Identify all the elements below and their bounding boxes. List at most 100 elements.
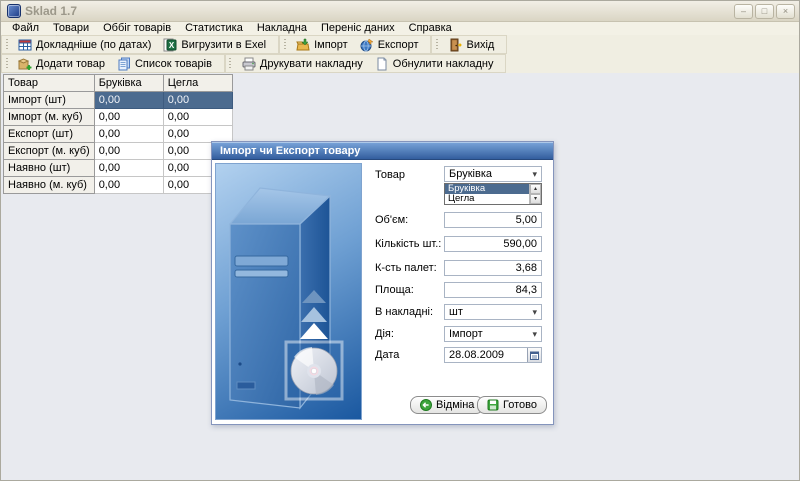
row-label-cell: Імпорт (шт) xyxy=(4,92,95,109)
toolbar-gripper[interactable] xyxy=(5,58,8,69)
app-window: Sklad 1.7 – □ × Файл Товари Оббіг товарі… xyxy=(0,0,800,481)
chevron-down-icon: ▾ xyxy=(532,307,541,318)
value-cell[interactable]: 0,00 xyxy=(94,143,163,160)
dialog-body: Товар Бруківка ▾ Бруківка Цегла ▴ ▾ Об'є… xyxy=(212,160,553,424)
menu-item-data-transfer[interactable]: Переніс даних xyxy=(314,22,402,35)
done-button[interactable]: Готово xyxy=(477,396,547,414)
pallets-input[interactable] xyxy=(444,260,542,276)
toolbar-group-invoice: Друкувати накладну Обнулити накладну xyxy=(225,54,507,73)
value-cell[interactable]: 0,00 xyxy=(94,126,163,143)
toolbar-group-goods: Додати товар Список товарів xyxy=(1,54,225,73)
btn-reset-invoice[interactable]: Обнулити накладну xyxy=(369,55,500,72)
maximize-button[interactable]: □ xyxy=(755,4,774,19)
excel-icon: X xyxy=(163,38,177,52)
area-input[interactable] xyxy=(444,282,542,298)
table-row[interactable]: Наявно (шт) 0,00 0,00 xyxy=(4,160,233,177)
app-icon xyxy=(7,4,21,18)
btn-details-by-dates[interactable]: Докладніше (по датах) xyxy=(12,36,157,53)
close-button[interactable]: × xyxy=(776,4,795,19)
table-header-row: Товар Бруківка Цегла xyxy=(4,75,233,92)
export-icon xyxy=(360,38,374,52)
save-disk-icon xyxy=(487,399,499,411)
chevron-down-icon: ▾ xyxy=(532,169,541,180)
table-row[interactable]: Експорт (шт) 0,00 0,00 xyxy=(4,126,233,143)
add-product-icon xyxy=(18,57,32,71)
date-input[interactable]: 28.08.2009 xyxy=(444,347,542,363)
btn-label: Експорт xyxy=(378,39,419,51)
menu-item-statistics[interactable]: Статистика xyxy=(178,22,250,35)
dropdown-item-selected[interactable]: Бруківка xyxy=(445,184,529,194)
btn-export-excel[interactable]: X Вигрузити в Exel xyxy=(157,36,272,53)
date-picker-button[interactable] xyxy=(527,348,541,362)
btn-label: Докладніше (по датах) xyxy=(36,39,151,51)
toolbar-group-reports: Докладніше (по датах) X Вигрузити в Exel xyxy=(1,35,279,54)
toolbar-group-exit: Вихід xyxy=(431,35,507,54)
value-cell[interactable]: 0,00 xyxy=(163,109,232,126)
product-label: Товар xyxy=(375,169,405,181)
product-dropdown-list: Бруківка Цегла ▴ ▾ xyxy=(444,183,542,205)
scroll-up-button[interactable]: ▴ xyxy=(530,184,541,194)
minimize-button[interactable]: – xyxy=(734,4,753,19)
table-row[interactable]: Наявно (м. куб) 0,00 0,00 xyxy=(4,177,233,194)
row-label-cell: Наявно (шт) xyxy=(4,160,95,177)
btn-label: Імпорт xyxy=(314,39,348,51)
btn-label: Список товарів xyxy=(135,58,212,70)
cancel-button-label: Відміна xyxy=(436,399,474,411)
value-cell[interactable]: 0,00 xyxy=(163,126,232,143)
table-header-cell[interactable]: Бруківка xyxy=(94,75,163,92)
area-label: Площа: xyxy=(375,284,414,296)
value-cell[interactable]: 0,00 xyxy=(163,92,232,109)
date-label: Дата xyxy=(375,349,399,361)
value-cell[interactable]: 0,00 xyxy=(94,92,163,109)
btn-import[interactable]: Імпорт xyxy=(290,36,354,53)
btn-label: Друкувати накладну xyxy=(260,58,363,70)
btn-export[interactable]: Експорт xyxy=(354,36,425,53)
menu-item-invoice[interactable]: Накладна xyxy=(250,22,314,35)
table-header-cell[interactable]: Товар xyxy=(4,75,95,92)
btn-add-product[interactable]: Додати товар xyxy=(12,55,111,72)
row-label-cell: Експорт (м. куб) xyxy=(4,143,95,160)
table-row[interactable]: Імпорт (шт) 0,00 0,00 xyxy=(4,92,233,109)
table-row[interactable]: Імпорт (м. куб) 0,00 0,00 xyxy=(4,109,233,126)
menu-item-help[interactable]: Справка xyxy=(402,22,459,35)
toolbar-gripper[interactable] xyxy=(283,39,286,50)
dialog-titlebar[interactable]: Імпорт чи Експорт товару xyxy=(212,142,553,160)
value-cell[interactable]: 0,00 xyxy=(94,109,163,126)
window-title: Sklad 1.7 xyxy=(25,4,77,18)
product-select[interactable]: Бруківка ▾ xyxy=(444,166,542,182)
btn-exit[interactable]: Вихід xyxy=(442,36,500,53)
invoice-unit-value: шт xyxy=(449,306,463,318)
svg-text:X: X xyxy=(169,41,175,50)
window-titlebar[interactable]: Sklad 1.7 – □ × xyxy=(1,1,799,22)
scroll-down-button[interactable]: ▾ xyxy=(530,194,541,204)
action-value: Імпорт xyxy=(449,328,483,340)
product-select-value: Бруківка xyxy=(449,168,492,180)
value-cell[interactable]: 0,00 xyxy=(94,177,163,194)
cancel-button[interactable]: Відміна xyxy=(410,396,484,414)
volume-input[interactable] xyxy=(444,212,542,228)
invoice-unit-select[interactable]: шт ▾ xyxy=(444,304,542,320)
table-header-cell[interactable]: Цегла xyxy=(163,75,232,92)
product-list-icon xyxy=(117,57,131,71)
btn-label: Вихід xyxy=(466,39,494,51)
dropdown-item[interactable]: Цегла xyxy=(445,194,529,204)
quantity-input[interactable] xyxy=(444,236,542,252)
menu-item-file[interactable]: Файл xyxy=(5,22,46,35)
dropdown-scrollbar[interactable]: ▴ ▾ xyxy=(529,184,541,204)
row-label-cell: Імпорт (м. куб) xyxy=(4,109,95,126)
invoice-unit-label: В накладні: xyxy=(375,306,433,318)
btn-product-list[interactable]: Список товарів xyxy=(111,55,218,72)
toolbar-gripper[interactable] xyxy=(5,39,8,50)
chevron-down-icon: ▾ xyxy=(532,329,541,340)
btn-print-invoice[interactable]: Друкувати накладну xyxy=(236,55,369,72)
btn-label: Вигрузити в Exel xyxy=(181,39,266,51)
toolbar-gripper[interactable] xyxy=(435,39,438,50)
value-cell[interactable]: 0,00 xyxy=(94,160,163,177)
details-table-icon xyxy=(18,38,32,52)
table-row[interactable]: Експорт (м. куб) 0,00 0,00 xyxy=(4,143,233,160)
row-label-cell: Експорт (шт) xyxy=(4,126,95,143)
menu-item-products[interactable]: Товари xyxy=(46,22,96,35)
toolbar-gripper[interactable] xyxy=(229,58,232,69)
menu-item-turnover[interactable]: Оббіг товарів xyxy=(96,22,178,35)
action-select[interactable]: Імпорт ▾ xyxy=(444,326,542,342)
